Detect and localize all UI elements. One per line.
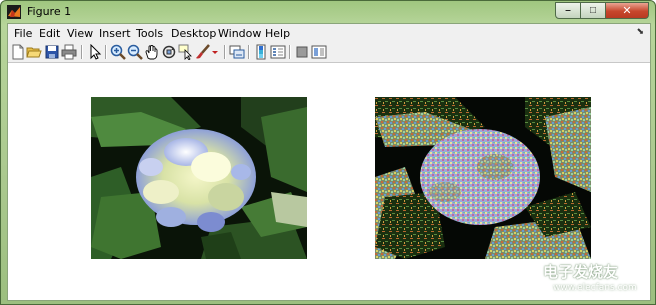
open-file-icon[interactable] [26, 44, 42, 60]
toolbar-separator [81, 45, 83, 59]
menu-insert[interactable]: Insert [99, 27, 131, 40]
dock-arrow-icon[interactable]: ⬊ [636, 27, 644, 37]
toolbar-separator [248, 45, 250, 59]
figure-toolbar [8, 42, 650, 63]
minimize-icon: – [565, 5, 571, 16]
insert-legend-icon[interactable] [270, 44, 286, 60]
menu-file[interactable]: File [14, 27, 32, 40]
menu-window[interactable]: Window [218, 27, 261, 40]
maximize-button[interactable]: □ [581, 2, 606, 19]
print-icon[interactable] [61, 44, 77, 60]
window-controls: – □ ✕ [555, 2, 649, 20]
menu-view[interactable]: View [67, 27, 93, 40]
link-plot-icon[interactable] [229, 44, 245, 60]
brush-icon[interactable] [195, 44, 211, 60]
toolbar-separator [105, 45, 107, 59]
save-icon[interactable] [44, 44, 60, 60]
menu-tools[interactable]: Tools [136, 27, 163, 40]
zoom-out-icon[interactable] [127, 44, 143, 60]
close-button[interactable]: ✕ [606, 2, 649, 19]
menu-edit[interactable]: Edit [39, 27, 60, 40]
data-cursor-icon[interactable] [178, 44, 194, 60]
show-plot-tools-icon[interactable] [311, 44, 327, 60]
hide-plot-tools-icon[interactable] [294, 44, 310, 60]
watermark-text: 电子发烧友 [543, 263, 619, 281]
elecfans-logo-icon [515, 261, 541, 287]
menu-desktop[interactable]: Desktop [171, 27, 216, 40]
insert-colorbar-icon[interactable] [253, 44, 269, 60]
original-hydrangea-image [91, 97, 307, 259]
rotate-3d-icon[interactable] [161, 44, 177, 60]
processed-hydrangea-image [375, 97, 591, 259]
window-title: Figure 1 [27, 5, 72, 18]
toolbar-separator [224, 45, 226, 59]
watermark: 电子发烧友 www.elecfans.com [513, 255, 653, 301]
minimize-button[interactable]: – [555, 2, 581, 19]
title-bar[interactable]: Figure 1 – □ ✕ [1, 1, 655, 23]
new-figure-icon[interactable] [10, 44, 26, 60]
matlab-app-icon [7, 5, 21, 19]
maximize-icon: □ [589, 5, 597, 16]
brush-dropdown-icon[interactable] [211, 44, 219, 60]
figure-window: Figure 1 – □ ✕ File Edit View Insert Too… [0, 0, 656, 305]
axes-original-image[interactable] [91, 97, 307, 259]
axes-processed-image[interactable] [375, 97, 591, 259]
menu-help[interactable]: Help [265, 27, 290, 40]
pan-hand-icon[interactable] [144, 44, 160, 60]
watermark-url: www.elecfans.com [553, 283, 637, 293]
menu-bar: File Edit View Insert Tools Desktop Wind… [8, 24, 650, 42]
toolbar-separator [289, 45, 291, 59]
close-icon: ✕ [622, 5, 632, 17]
zoom-in-icon[interactable] [110, 44, 126, 60]
edit-plot-arrow-icon[interactable] [86, 44, 102, 60]
